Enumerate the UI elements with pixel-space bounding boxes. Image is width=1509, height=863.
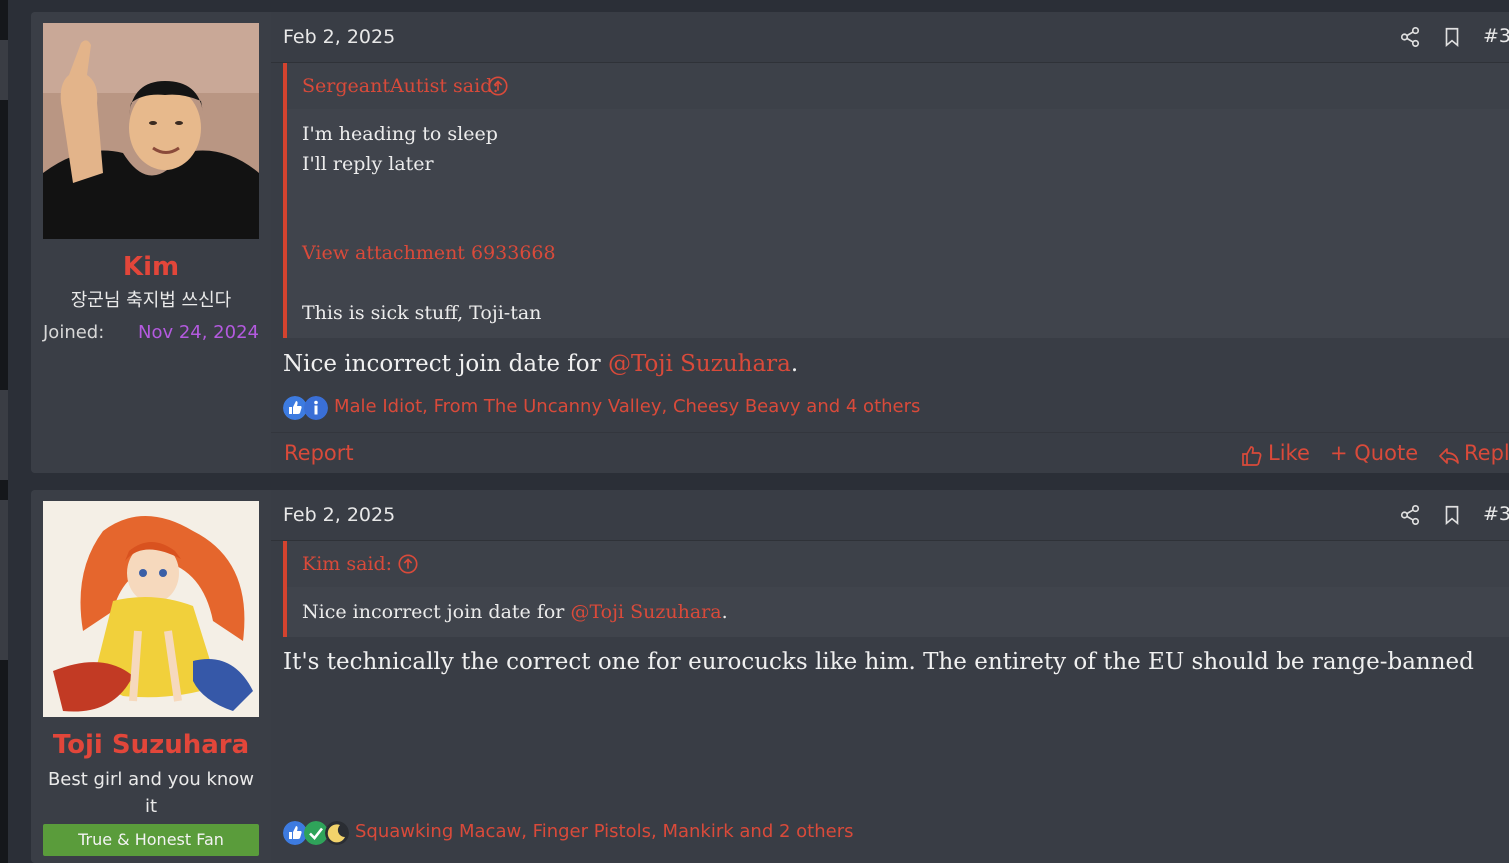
reply-label: Reply	[1464, 441, 1509, 465]
quote-attribution[interactable]: Kim said:	[302, 553, 392, 575]
post-kim: Kim 장군님 축지법 쓰신다 Joined: Nov 24, 2024 Feb…	[31, 12, 1509, 473]
joined-date: Nov 24, 2024	[137, 322, 259, 343]
avatar[interactable]	[43, 23, 259, 239]
share-icon[interactable]	[1399, 26, 1421, 48]
post-body-text: .	[790, 351, 799, 377]
post-user-sidebar: Kim 장군님 축지법 쓰신다 Joined: Nov 24, 2024	[31, 12, 271, 473]
quote-header	[287, 541, 1509, 587]
joined-label: Joined:	[43, 322, 105, 343]
footer-divider	[271, 432, 1509, 433]
left-edge-strip	[0, 0, 8, 863]
user-title: 장군님 축지법 쓰신다	[70, 290, 232, 311]
quote-text: Nice incorrect join date for	[302, 601, 571, 623]
thumbs-up-icon	[1242, 446, 1262, 466]
quote-block: Kim said: Nice incorrect join date for @…	[283, 541, 1509, 637]
left-edge-segment	[0, 40, 8, 100]
left-edge-segment	[0, 390, 8, 480]
reactions-bar[interactable]: Male Idiot, From The Uncanny Valley, Che…	[283, 396, 1183, 422]
quote-button[interactable]: + Quote	[1330, 441, 1418, 465]
bookmark-icon[interactable]	[1441, 504, 1463, 526]
quote-attribution[interactable]: SergeantAutist said:	[302, 75, 499, 97]
reactions-bar[interactable]: Squawking Macaw, Finger Pistols, Mankirk…	[283, 821, 1183, 847]
informative-icon	[304, 396, 328, 420]
post-date[interactable]: Feb 2, 2025	[283, 26, 395, 48]
post-body: Nice incorrect join date for @Toji Suzuh…	[283, 351, 798, 377]
bookmark-icon[interactable]	[1441, 26, 1463, 48]
quote-line: I'm heading to sleep	[302, 123, 498, 145]
moon-icon	[325, 821, 349, 845]
post-user-sidebar: Toji Suzuhara Best girl and you know it …	[31, 490, 271, 863]
user-mention[interactable]: @Toji Suzuhara	[608, 351, 791, 377]
jump-to-quote-icon[interactable]	[397, 553, 419, 575]
quote-line: This is sick stuff, Toji-tan	[302, 302, 542, 324]
user-mention[interactable]: @Toji Suzuhara	[570, 601, 721, 623]
post-body: It's technically the correct one for eur…	[283, 649, 1474, 675]
post-number[interactable]: #3	[1483, 25, 1509, 47]
share-icon[interactable]	[1399, 504, 1421, 526]
username[interactable]: Kim	[31, 252, 271, 282]
user-banner: True & Honest Fan	[43, 824, 259, 856]
post-date[interactable]: Feb 2, 2025	[283, 504, 395, 526]
like-label: Like	[1268, 441, 1310, 465]
user-title: Best girl and you know it	[47, 769, 255, 817]
avatar[interactable]	[43, 501, 259, 717]
post-toji: Toji Suzuhara Best girl and you know it …	[31, 490, 1509, 863]
quote-line: I'll reply later	[302, 153, 434, 175]
post-number[interactable]: #3	[1483, 503, 1509, 525]
post-main: Feb 2, 2025 #3 Kim said: Nice incorrect …	[271, 490, 1509, 863]
post-main: Feb 2, 2025 #3 SergeantAutist said: I'm …	[271, 12, 1509, 473]
like-button[interactable]: Like	[1240, 441, 1310, 466]
report-link[interactable]: Report	[284, 441, 354, 465]
username[interactable]: Toji Suzuhara	[31, 730, 271, 760]
quote-text: .	[721, 601, 728, 623]
left-edge-segment	[0, 500, 8, 660]
reaction-names[interactable]: Male Idiot, From The Uncanny Valley, Che…	[334, 396, 920, 417]
quote-line: Nice incorrect join date for @Toji Suzuh…	[302, 601, 728, 623]
jump-to-quote-icon[interactable]	[487, 75, 509, 97]
attachment-link[interactable]: View attachment 6933668	[302, 242, 556, 264]
quote-block: SergeantAutist said: I'm heading to slee…	[283, 63, 1509, 338]
reaction-names[interactable]: Squawking Macaw, Finger Pistols, Mankirk…	[355, 821, 853, 842]
reply-icon	[1439, 448, 1459, 464]
reply-button[interactable]: Reply	[1437, 441, 1509, 465]
post-body-text: Nice incorrect join date for	[283, 351, 608, 377]
